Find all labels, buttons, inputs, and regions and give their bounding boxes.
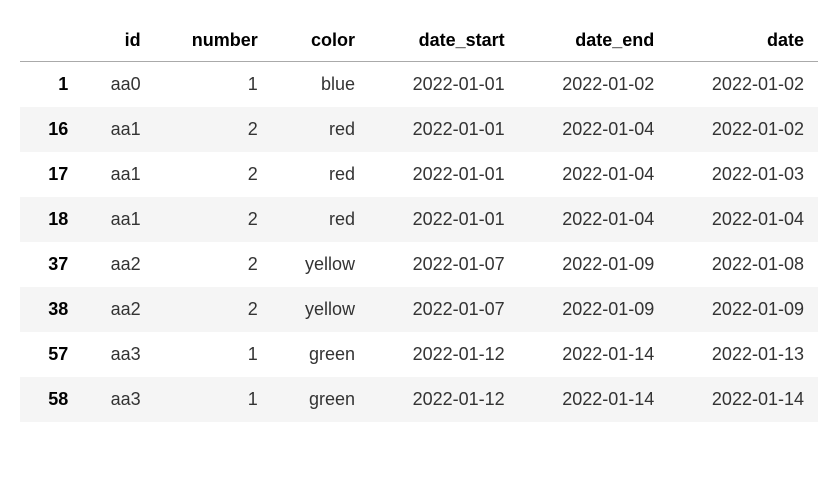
cell-number: 1 [155, 332, 272, 377]
cell-date: 2022-01-13 [668, 332, 818, 377]
table-header-row: id number color date_start date_end date [20, 20, 818, 62]
cell-index: 17 [20, 152, 82, 197]
cell-date-start: 2022-01-01 [369, 62, 519, 108]
cell-date: 2022-01-02 [668, 62, 818, 108]
col-header-id: id [82, 20, 154, 62]
cell-id: aa1 [82, 152, 154, 197]
cell-id: aa1 [82, 197, 154, 242]
table-row: 57 aa3 1 green 2022-01-12 2022-01-14 202… [20, 332, 818, 377]
col-header-date: date [668, 20, 818, 62]
cell-index: 18 [20, 197, 82, 242]
cell-index: 16 [20, 107, 82, 152]
col-header-date-end: date_end [519, 20, 669, 62]
cell-date: 2022-01-02 [668, 107, 818, 152]
cell-color: blue [272, 62, 369, 108]
cell-index: 1 [20, 62, 82, 108]
cell-color: red [272, 197, 369, 242]
cell-date-end: 2022-01-02 [519, 62, 669, 108]
cell-id: aa0 [82, 62, 154, 108]
table-row: 1 aa0 1 blue 2022-01-01 2022-01-02 2022-… [20, 62, 818, 108]
cell-number: 2 [155, 242, 272, 287]
cell-date: 2022-01-09 [668, 287, 818, 332]
cell-date-start: 2022-01-07 [369, 287, 519, 332]
cell-date: 2022-01-04 [668, 197, 818, 242]
cell-color: yellow [272, 287, 369, 332]
cell-number: 1 [155, 62, 272, 108]
cell-id: aa1 [82, 107, 154, 152]
cell-index: 58 [20, 377, 82, 422]
cell-color: yellow [272, 242, 369, 287]
table-body: 1 aa0 1 blue 2022-01-01 2022-01-02 2022-… [20, 62, 818, 423]
cell-date-end: 2022-01-14 [519, 377, 669, 422]
col-header-date-start: date_start [369, 20, 519, 62]
cell-date-start: 2022-01-07 [369, 242, 519, 287]
table-row: 58 aa3 1 green 2022-01-12 2022-01-14 202… [20, 377, 818, 422]
cell-number: 2 [155, 197, 272, 242]
cell-date: 2022-01-14 [668, 377, 818, 422]
data-table: id number color date_start date_end date… [20, 20, 818, 422]
cell-date: 2022-01-03 [668, 152, 818, 197]
cell-id: aa3 [82, 377, 154, 422]
cell-date-end: 2022-01-09 [519, 242, 669, 287]
cell-index: 57 [20, 332, 82, 377]
cell-date-end: 2022-01-04 [519, 197, 669, 242]
cell-index: 38 [20, 287, 82, 332]
cell-id: aa3 [82, 332, 154, 377]
cell-date-start: 2022-01-01 [369, 152, 519, 197]
cell-id: aa2 [82, 287, 154, 332]
cell-number: 2 [155, 287, 272, 332]
cell-color: green [272, 332, 369, 377]
cell-date-end: 2022-01-09 [519, 287, 669, 332]
cell-index: 37 [20, 242, 82, 287]
cell-date-end: 2022-01-04 [519, 107, 669, 152]
cell-color: red [272, 107, 369, 152]
cell-date-start: 2022-01-12 [369, 377, 519, 422]
col-header-color: color [272, 20, 369, 62]
cell-color: red [272, 152, 369, 197]
cell-color: green [272, 377, 369, 422]
table-row: 17 aa1 2 red 2022-01-01 2022-01-04 2022-… [20, 152, 818, 197]
cell-number: 2 [155, 152, 272, 197]
table-row: 37 aa2 2 yellow 2022-01-07 2022-01-09 20… [20, 242, 818, 287]
cell-number: 1 [155, 377, 272, 422]
cell-date-start: 2022-01-01 [369, 197, 519, 242]
col-header-number: number [155, 20, 272, 62]
cell-number: 2 [155, 107, 272, 152]
cell-date-end: 2022-01-04 [519, 152, 669, 197]
cell-date-end: 2022-01-14 [519, 332, 669, 377]
cell-date-start: 2022-01-12 [369, 332, 519, 377]
cell-id: aa2 [82, 242, 154, 287]
table-row: 18 aa1 2 red 2022-01-01 2022-01-04 2022-… [20, 197, 818, 242]
col-header-index [20, 20, 82, 62]
table-row: 16 aa1 2 red 2022-01-01 2022-01-04 2022-… [20, 107, 818, 152]
table-row: 38 aa2 2 yellow 2022-01-07 2022-01-09 20… [20, 287, 818, 332]
cell-date: 2022-01-08 [668, 242, 818, 287]
cell-date-start: 2022-01-01 [369, 107, 519, 152]
